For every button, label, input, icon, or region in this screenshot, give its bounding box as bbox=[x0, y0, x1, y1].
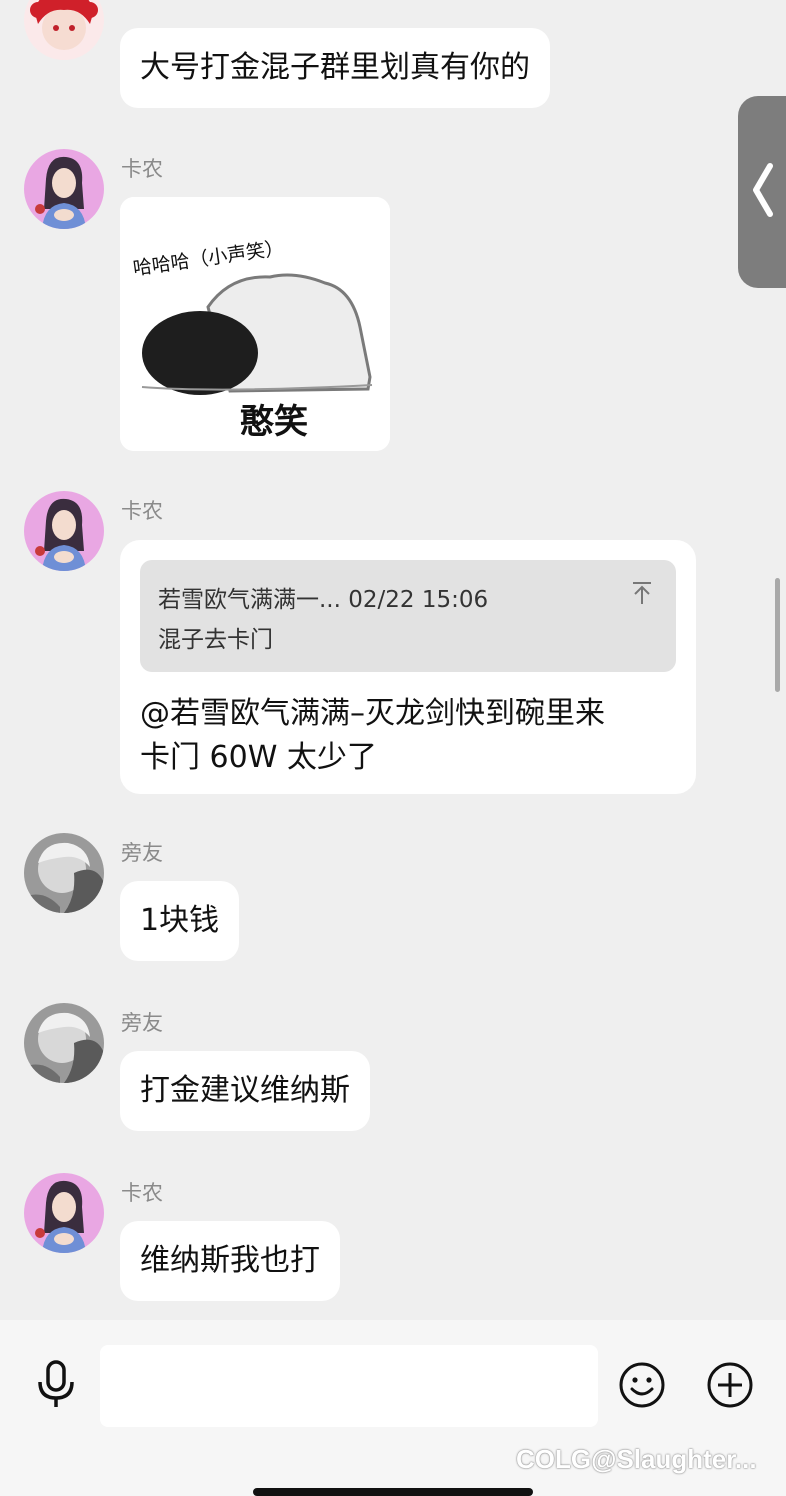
plus-circle-icon[interactable] bbox=[706, 1361, 754, 1409]
scrollbar[interactable] bbox=[775, 578, 780, 692]
chevron-left-icon bbox=[753, 163, 773, 217]
message-bubble[interactable]: 维纳斯我也打 bbox=[120, 1221, 340, 1301]
sender-name: 旁友 bbox=[121, 1011, 163, 1035]
message-text: 打金建议维纳斯 bbox=[140, 1073, 350, 1108]
watermark-text: @Slaughter... bbox=[591, 1444, 757, 1474]
message-input[interactable] bbox=[100, 1345, 598, 1427]
sticker-image[interactable]: 哈哈哈（小声笑） 憨笑 bbox=[120, 197, 390, 451]
watermark: COLG@Slaughter... bbox=[516, 1444, 757, 1475]
message-text: 1块钱 bbox=[140, 903, 220, 938]
avatar[interactable] bbox=[24, 1003, 104, 1083]
side-panel-handle[interactable] bbox=[738, 96, 786, 288]
message-text: @若雪欧气满满–灭龙剑快到碗里来 卡门 60W 太少了 bbox=[140, 692, 680, 780]
avatar[interactable] bbox=[24, 0, 104, 60]
watermark-logo: COLG bbox=[516, 1444, 592, 1474]
reply-message-bubble[interactable]: 若雪欧气满满一... 02/22 15:06 混子去卡门 @若雪欧气满满–灭龙剑… bbox=[120, 540, 696, 794]
avatar[interactable] bbox=[24, 149, 104, 229]
sticker-label: 憨笑 bbox=[240, 402, 308, 442]
avatar[interactable] bbox=[24, 1173, 104, 1253]
jump-to-top-icon[interactable] bbox=[630, 580, 654, 606]
chat-message-list[interactable]: 大号打金混子群里划真有你的 卡农 哈哈哈（小声笑） 憨笑 卡农 若雪欧气满满一.… bbox=[0, 0, 786, 1320]
sender-name: 卡农 bbox=[121, 1181, 163, 1205]
smiley-icon[interactable] bbox=[618, 1361, 666, 1409]
message-text-line: 卡门 60W 太少了 bbox=[140, 740, 377, 775]
message-bubble[interactable]: 大号打金混子群里划真有你的 bbox=[120, 28, 550, 108]
message-text: 维纳斯我也打 bbox=[140, 1243, 320, 1278]
message-text-line: @若雪欧气满满–灭龙剑快到碗里来 bbox=[140, 696, 605, 731]
message-bubble[interactable]: 打金建议维纳斯 bbox=[120, 1051, 370, 1131]
message-text: 大号打金混子群里划真有你的 bbox=[140, 50, 530, 85]
message-bubble[interactable]: 1块钱 bbox=[120, 881, 240, 961]
sender-name: 卡农 bbox=[121, 499, 163, 523]
sender-name: 卡农 bbox=[121, 157, 163, 181]
microphone-icon[interactable] bbox=[36, 1360, 76, 1410]
quoted-message[interactable]: 若雪欧气满满一... 02/22 15:06 混子去卡门 bbox=[140, 560, 676, 672]
quoted-text: 混子去卡门 bbox=[158, 627, 273, 653]
sender-name: 旁友 bbox=[121, 841, 163, 865]
home-indicator[interactable] bbox=[253, 1488, 533, 1496]
avatar[interactable] bbox=[24, 491, 104, 571]
quoted-header: 若雪欧气满满一... 02/22 15:06 bbox=[158, 587, 489, 613]
avatar[interactable] bbox=[24, 833, 104, 913]
